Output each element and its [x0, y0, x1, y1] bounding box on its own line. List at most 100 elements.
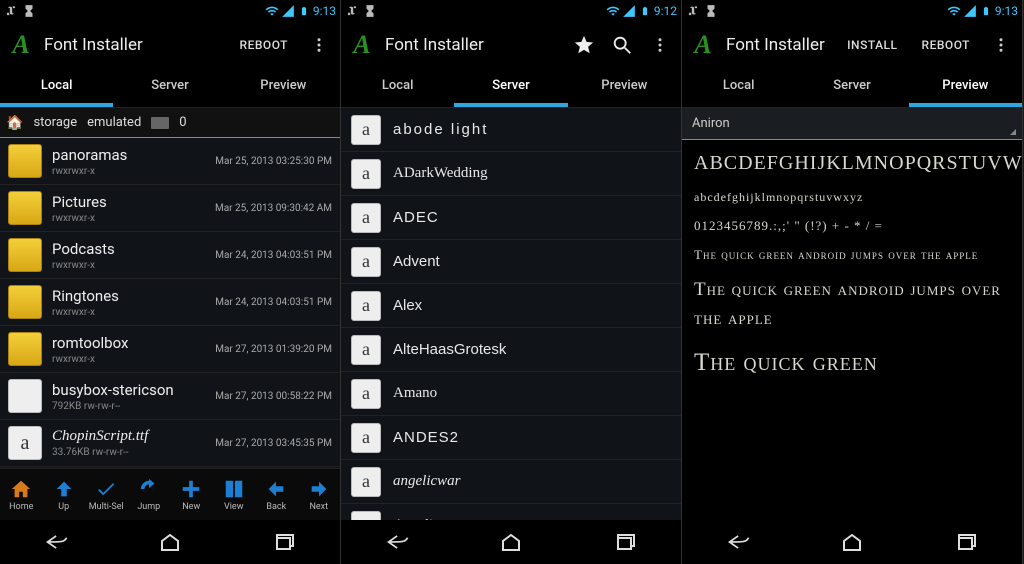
- server-font-row[interactable]: aAngelina: [341, 504, 681, 520]
- preview-line: 0123456789.:,;' " (!?) + - * / =: [694, 218, 1010, 234]
- nav-home[interactable]: [481, 528, 541, 556]
- file-date: Mar 24, 2013 04:03:51 PM: [215, 250, 332, 261]
- nav-recent[interactable]: [594, 528, 654, 556]
- nav-home[interactable]: [822, 528, 882, 556]
- reboot-button[interactable]: REBOOT: [232, 32, 296, 58]
- file-meta: rwxrwxr-x: [52, 307, 205, 318]
- server-font-name: ADEC: [393, 209, 439, 226]
- server-font-row[interactable]: aANDES2: [341, 416, 681, 460]
- tab-bar: Local Server Preview: [341, 68, 681, 108]
- file-meta: 33.76KB rw-rw-r--: [52, 447, 205, 458]
- fm-view[interactable]: View: [214, 478, 254, 512]
- server-font-row[interactable]: aADEC: [341, 196, 681, 240]
- overflow-icon[interactable]: [986, 30, 1016, 60]
- server-font-list[interactable]: aabode lightaADarkWeddingaADECaAdventaAl…: [341, 108, 681, 520]
- server-font-row[interactable]: a angelicwar: [341, 460, 681, 504]
- favorite-icon[interactable]: [569, 30, 599, 60]
- file-list[interactable]: panoramasrwxrwxr-xMar 25, 2013 03:25:30 …: [0, 138, 340, 468]
- tab-server[interactable]: Server: [454, 68, 567, 107]
- tab-local[interactable]: Local: [682, 68, 795, 107]
- home-icon[interactable]: 🏠: [6, 115, 23, 131]
- app-icon: A: [688, 30, 718, 60]
- overflow-icon[interactable]: [304, 30, 334, 60]
- app-title: Font Installer: [44, 35, 224, 55]
- breadcrumb-seg[interactable]: emulated: [87, 115, 141, 130]
- tab-preview[interactable]: Preview: [568, 68, 681, 107]
- fm-jump[interactable]: Jump: [129, 478, 169, 512]
- tab-local[interactable]: Local: [341, 68, 454, 107]
- search-icon[interactable]: [607, 30, 637, 60]
- server-font-name: ADarkWedding: [393, 165, 488, 182]
- file-info: Picturesrwxrwxr-x: [52, 193, 205, 224]
- fm-new[interactable]: New: [171, 478, 211, 512]
- font-file-icon: a: [8, 426, 42, 460]
- file-row[interactable]: panoramasrwxrwxr-xMar 25, 2013 03:25:30 …: [0, 138, 340, 185]
- nav-home[interactable]: [140, 528, 200, 556]
- file-info: panoramas rwxrwxr-x: [52, 146, 205, 177]
- battery-icon: [297, 4, 311, 18]
- status-time: 9:13: [995, 4, 1018, 18]
- server-font-row[interactable]: aabode light: [341, 108, 681, 152]
- nav-recent[interactable]: [253, 528, 313, 556]
- font-file-icon: a: [351, 115, 381, 145]
- app-title: Font Installer: [726, 35, 831, 55]
- reboot-button[interactable]: REBOOT: [914, 32, 978, 58]
- preview-line: The quick green android jumps over the a…: [694, 246, 1010, 264]
- file-name: busybox-stericson: [52, 381, 205, 399]
- file-row[interactable]: romtoolboxrwxrwxr-xMar 27, 2013 01:39:20…: [0, 326, 340, 373]
- fm-home[interactable]: Home: [1, 478, 41, 512]
- nav-bar: [0, 520, 340, 564]
- tab-preview[interactable]: Preview: [227, 68, 340, 107]
- file-date: Mar 27, 2013 03:45:35 PM: [215, 438, 332, 449]
- fm-back[interactable]: Back: [256, 478, 296, 512]
- tab-preview[interactable]: Preview: [909, 68, 1022, 107]
- fm-up[interactable]: Up: [44, 478, 84, 512]
- file-toolbar: Home Up Multi-Sel Jump New View Back Ne: [0, 468, 340, 520]
- nav-recent[interactable]: [935, 528, 995, 556]
- file-date: Mar 25, 2013 09:30:42 AM: [215, 203, 332, 214]
- server-font-row[interactable]: aAmano: [341, 372, 681, 416]
- usb-icon: [686, 4, 700, 18]
- file-name: panoramas: [52, 146, 205, 164]
- server-font-row[interactable]: aAlteHaasGrotesk: [341, 328, 681, 372]
- file-name: ChopinScript.ttf: [52, 428, 205, 445]
- server-font-row[interactable]: aADarkWedding: [341, 152, 681, 196]
- status-bar: 9:12: [341, 0, 681, 22]
- screenshot-preview: 9:13 A Font Installer INSTALL REBOOT Loc…: [682, 0, 1023, 564]
- screenshot-server: 9:12 A Font Installer Local Server Previ…: [341, 0, 682, 564]
- overflow-icon[interactable]: [645, 30, 675, 60]
- file-row[interactable]: a ChopinScript.ttf 33.76KB rw-rw-r-- Mar 27…: [0, 420, 340, 467]
- file-meta: rwxrwxr-x: [52, 166, 205, 177]
- server-font-name: angelicwar: [393, 473, 461, 490]
- tab-local[interactable]: Local: [0, 68, 113, 107]
- fm-multisel[interactable]: Multi-Sel: [86, 478, 126, 512]
- file-row[interactable]: Picturesrwxrwxr-x Mar 25, 2013 09:30:42 A…: [0, 185, 340, 232]
- server-font-row[interactable]: aAlex: [341, 284, 681, 328]
- app-title: Font Installer: [385, 35, 561, 55]
- font-select-spinner[interactable]: Aniron: [682, 108, 1022, 140]
- nav-back[interactable]: [27, 528, 87, 556]
- file-info: ChopinScript.ttf 33.76KB rw-rw-r--: [52, 428, 205, 458]
- file-row[interactable]: busybox-stericson792KB rw-rw-r--Mar 27, …: [0, 373, 340, 420]
- tab-server[interactable]: Server: [795, 68, 908, 107]
- signal-icon: [622, 4, 636, 18]
- signal-icon: [963, 4, 977, 18]
- tab-server[interactable]: Server: [113, 68, 226, 107]
- file-date: Mar 27, 2013 01:39:20 PM: [215, 344, 332, 355]
- install-button[interactable]: INSTALL: [839, 32, 905, 58]
- font-select-value: Aniron: [692, 116, 730, 131]
- breadcrumb[interactable]: 🏠 storage emulated 0: [0, 108, 340, 138]
- nav-back[interactable]: [368, 528, 428, 556]
- breadcrumb-seg[interactable]: storage: [33, 115, 77, 130]
- file-row[interactable]: Ringtonesrwxrwxr-xMar 24, 2013 04:03:51 …: [0, 279, 340, 326]
- file-row[interactable]: Podcastsrwxrwxr-xMar 24, 2013 04:03:51 P…: [0, 232, 340, 279]
- fm-next[interactable]: Next: [299, 478, 339, 512]
- server-font-row[interactable]: aAdvent: [341, 240, 681, 284]
- preview-line: abcdefghijklmnopqrstuvwxyz: [694, 188, 1010, 206]
- font-file-icon: a: [351, 379, 381, 409]
- font-file-icon: a: [351, 467, 381, 497]
- nav-back[interactable]: [709, 528, 769, 556]
- preview-line: The quick green: [694, 345, 1010, 380]
- file-meta: 792KB rw-rw-r--: [52, 401, 205, 412]
- breadcrumb-seg[interactable]: 0: [179, 115, 186, 130]
